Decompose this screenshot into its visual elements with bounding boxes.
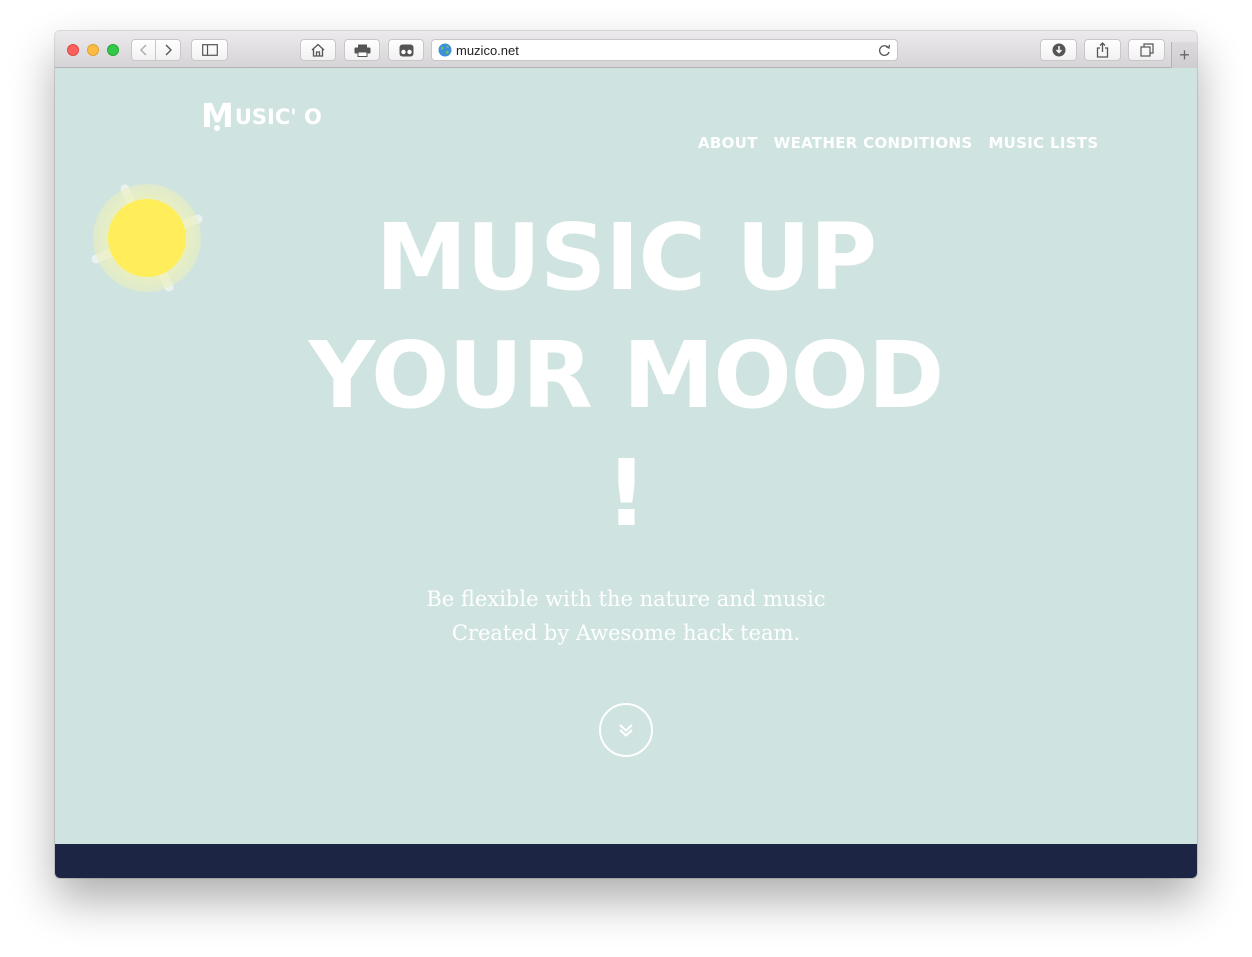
new-tab-button[interactable]: + — [1171, 42, 1197, 68]
reload-icon[interactable] — [878, 43, 891, 57]
tabs-icon — [1139, 43, 1154, 57]
globe-icon — [438, 43, 452, 57]
minimize-window-button[interactable] — [87, 44, 99, 56]
page-hero: M USIC' O ABOUT WEATHER CONDITIONS MUSIC… — [55, 68, 1197, 844]
close-window-button[interactable] — [67, 44, 79, 56]
chevron-right-icon — [165, 44, 172, 56]
sidebar-icon — [201, 44, 218, 56]
nav-item-weather-conditions[interactable]: WEATHER CONDITIONS — [774, 134, 973, 152]
sun-icon — [91, 184, 203, 292]
scroll-down-button[interactable] — [599, 703, 653, 757]
sidebar-button[interactable] — [191, 39, 228, 61]
maximize-window-button[interactable] — [107, 44, 119, 56]
url-text: muzico.net — [456, 43, 519, 58]
forward-button[interactable] — [155, 39, 181, 61]
main-nav: ABOUT WEATHER CONDITIONS MUSIC LISTS — [698, 134, 1098, 152]
address-bar[interactable]: muzico.net — [431, 39, 898, 61]
hero-title-line-3: ! — [605, 440, 648, 547]
nav-item-music-lists[interactable]: MUSIC LISTS — [988, 134, 1098, 152]
hero-title-line-2: YOUR MOOD — [308, 322, 944, 429]
downloads-button[interactable] — [1040, 39, 1077, 61]
download-icon — [1052, 43, 1065, 57]
tagline-line-1: Be flexible with the nature and music — [426, 587, 826, 611]
hero-title-line-1: MUSIC UP — [375, 204, 877, 311]
print-button[interactable] — [344, 39, 380, 61]
chevron-left-icon — [139, 44, 146, 56]
site-logo[interactable]: M USIC' O — [201, 92, 322, 132]
back-button[interactable] — [131, 39, 156, 61]
home-icon — [311, 43, 325, 57]
extension-icon — [399, 44, 413, 56]
tabs-overview-button[interactable] — [1128, 39, 1165, 61]
browser-window: muzico.net + M USIC' O ABOUT WEATHER CON… — [55, 31, 1197, 878]
browser-toolbar: muzico.net + — [55, 31, 1197, 68]
home-button[interactable] — [300, 39, 336, 61]
nav-item-about[interactable]: ABOUT — [698, 134, 758, 152]
share-icon — [1096, 42, 1109, 58]
share-button[interactable] — [1084, 39, 1121, 61]
reader-button[interactable] — [388, 39, 424, 61]
hero-title: MUSIC UP YOUR MOOD ! — [226, 199, 1026, 553]
footer-band — [55, 844, 1197, 878]
printer-icon — [354, 44, 370, 57]
logo-initial: M — [201, 96, 234, 135]
double-chevron-down-icon — [619, 724, 633, 737]
hero-tagline: Be flexible with the nature and music Cr… — [326, 582, 926, 650]
logo-text: USIC' O — [234, 105, 322, 129]
tagline-line-2: Created by Awesome hack team. — [451, 621, 801, 645]
